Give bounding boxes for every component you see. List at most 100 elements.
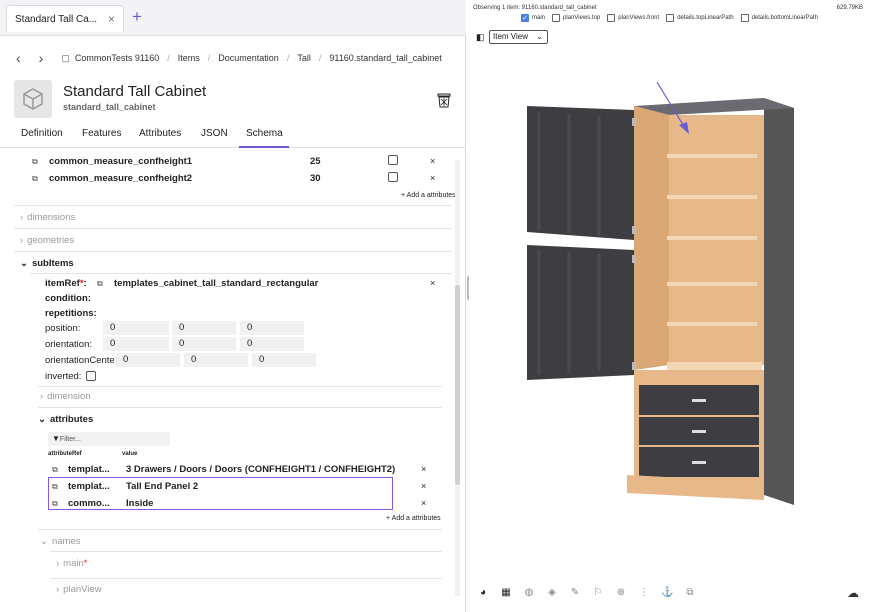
position-z-input[interactable]: 0 [240, 321, 304, 335]
new-tab-plus-icon[interactable]: + [132, 7, 142, 27]
project-cube-icon: ▢ [61, 52, 70, 63]
section-geometries[interactable]: › geometries [20, 235, 74, 246]
tab-title: Standard Tall Ca... [15, 13, 98, 25]
tab-schema[interactable]: Schema [246, 128, 283, 139]
viewer-toolbar: ◕ ▦ ◍ ◈ ✎ ⚐ ⊕ ⋮ ⚓ ⧉ [477, 587, 707, 598]
orientation-y-input[interactable]: 0 [172, 337, 236, 351]
itemref-label: itemRef*: [45, 278, 87, 289]
tab-json[interactable]: JSON [201, 128, 228, 139]
external-link-icon[interactable]: ⧉ [32, 173, 38, 184]
section-subitems[interactable]: ⌄ subItems [20, 258, 74, 269]
repetitions-label: repetitions: [45, 308, 97, 319]
section-planview[interactable]: › planView [56, 584, 102, 595]
layer-toggle-bottom-linear-path[interactable]: details.bottomLinearPath [740, 14, 818, 22]
scrollbar-thumb[interactable] [455, 285, 460, 485]
item-cube-icon [14, 80, 52, 118]
tab-standard-tall-cabinet[interactable]: Standard Tall Ca... × [6, 5, 124, 32]
orientationcenter-x-input[interactable]: 0 [116, 353, 180, 367]
close-icon[interactable]: × [108, 12, 115, 26]
remove-icon[interactable]: × [421, 498, 426, 508]
filter-input[interactable]: ▼Filter... [48, 432, 170, 446]
breadcrumb-item-project[interactable]: CommonTests 91160 [75, 53, 159, 63]
condition-label: condition: [45, 293, 91, 304]
layers-icon[interactable]: ⧉ [684, 587, 696, 598]
shelf [667, 282, 757, 286]
tab-features[interactable]: Features [82, 128, 121, 139]
orientation-z-input[interactable]: 0 [240, 337, 304, 351]
section-names[interactable]: ⌄ names [40, 536, 80, 547]
breadcrumb-item-tall[interactable]: Tall [297, 53, 311, 63]
column-header-attributeref[interactable]: attributeRef [48, 451, 82, 457]
section-dimensions[interactable]: › dimensions [20, 212, 75, 223]
remove-icon[interactable]: × [430, 278, 435, 288]
attr-ref: templat... [68, 481, 110, 492]
page-title: Standard Tall Cabinet [63, 83, 207, 100]
external-link-icon[interactable]: ⧉ [52, 498, 58, 509]
editor-pane: Standard Tall Ca... × + ‹ › ▢ CommonTest… [0, 0, 466, 612]
layer-toggle-planviews-front[interactable]: planViews.front [607, 14, 659, 22]
file-size: 629.79KB [836, 5, 863, 11]
layer-toggle-planviews-top[interactable]: planViews.top [552, 14, 600, 22]
cube-icon[interactable]: ◈ [546, 587, 558, 598]
column-header-value[interactable]: value [122, 451, 137, 457]
sphere-icon[interactable]: ◍ [523, 587, 535, 598]
breadcrumb: ‹ › ▢ CommonTests 91160 / Items / Docume… [16, 50, 442, 66]
cabinet-right-side [764, 98, 794, 505]
shelf [667, 195, 757, 199]
cabinet-3d-view[interactable] [509, 70, 829, 530]
attr-ref: templat... [68, 464, 110, 475]
external-link-icon[interactable]: ⧉ [32, 156, 38, 167]
external-link-icon[interactable]: ⧉ [97, 278, 103, 289]
trash-icon[interactable] [437, 93, 451, 111]
layer-toggle-main[interactable]: ✓ main [521, 14, 545, 22]
brush-icon[interactable]: ✎ [569, 587, 581, 598]
upper-door [527, 106, 634, 240]
remove-icon[interactable]: × [421, 481, 426, 491]
measure-checkbox[interactable] [388, 155, 398, 165]
drawer-handle [692, 399, 706, 402]
shelf-bottom [667, 362, 762, 370]
shelf [667, 322, 757, 326]
orientationcenter-y-input[interactable]: 0 [184, 353, 248, 367]
position-x-input[interactable]: 0 [103, 321, 169, 335]
breadcrumb-item-documentation[interactable]: Documentation [218, 53, 279, 63]
orientationcenter-z-input[interactable]: 0 [252, 353, 316, 367]
add-attributes-button[interactable]: + Add a attributes [401, 192, 456, 199]
external-link-icon[interactable]: ⧉ [52, 464, 58, 475]
chevron-down-icon: ⌄ [536, 32, 543, 41]
tab-attributes[interactable]: Attributes [139, 128, 181, 139]
remove-icon[interactable]: × [430, 156, 435, 166]
external-link-icon[interactable]: ⧉ [52, 481, 58, 492]
shelf [667, 236, 757, 240]
dots-grid-icon[interactable]: ⋮ [638, 587, 650, 598]
add-attributes-button[interactable]: + Add a attributes [386, 515, 441, 522]
shelf [667, 154, 757, 158]
view-mode-select[interactable]: Item View ⌄ [489, 30, 548, 44]
breadcrumb-item-items[interactable]: Items [178, 53, 200, 63]
grid-icon[interactable]: ▦ [500, 587, 512, 598]
layer-toggle-top-linear-path[interactable]: details.topLinearPath [666, 14, 734, 22]
section-attributes[interactable]: ⌄ attributes [38, 414, 93, 425]
measure-value: 30 [310, 173, 321, 184]
checked-icon: ✓ [521, 14, 529, 22]
remove-icon[interactable]: × [430, 173, 435, 183]
orientation-x-input[interactable]: 0 [103, 337, 169, 351]
tab-definition[interactable]: Definition [21, 128, 63, 139]
page-subtitle: standard_tall_cabinet [63, 102, 156, 112]
active-tab-indicator [239, 146, 289, 148]
inverted-label: inverted: [45, 371, 82, 382]
drawer-handle [692, 430, 706, 433]
palette-icon[interactable]: ◕ [477, 587, 489, 598]
inverted-checkbox[interactable] [86, 371, 96, 381]
forward-arrow-icon[interactable]: › [39, 50, 44, 66]
back-arrow-icon[interactable]: ‹ [16, 50, 21, 66]
anchor-icon[interactable]: ⚓ [661, 587, 673, 598]
measure-checkbox[interactable] [388, 172, 398, 182]
flag-icon[interactable]: ⚐ [592, 587, 604, 598]
cloud-download-icon[interactable]: ☁ [847, 586, 859, 600]
position-y-input[interactable]: 0 [172, 321, 236, 335]
section-dimension[interactable]: › dimension [40, 391, 90, 402]
section-main[interactable]: › main* [56, 558, 87, 569]
remove-icon[interactable]: × [421, 464, 426, 474]
crosshair-icon[interactable]: ⊕ [615, 587, 627, 598]
